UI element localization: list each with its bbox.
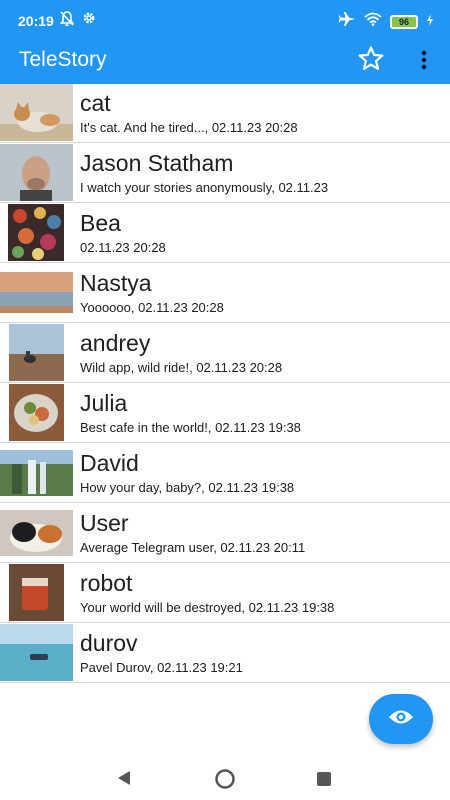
contact-name: Julia <box>80 390 128 416</box>
contact-name: andrey <box>80 330 151 356</box>
contact-thumbnail <box>0 84 73 141</box>
wifi-icon <box>364 12 382 31</box>
home-icon[interactable] <box>214 768 236 795</box>
app-title: TeleStory <box>19 48 107 71</box>
contact-name: Nastya <box>80 270 152 296</box>
contact-subtitle: How your day, baby?, 02.11.23 19:38 <box>80 480 295 495</box>
contact-subtitle: Your world will be destroyed, 02.11.23 1… <box>80 600 335 615</box>
app-bar: TeleStory <box>0 44 450 84</box>
list-item[interactable]: User Average Telegram user, 02.11.23 20:… <box>0 503 450 563</box>
list-item[interactable]: cat It's cat. And he tired..., 02.11.23 … <box>0 83 450 143</box>
contact-name: Bea <box>80 210 121 236</box>
more-vert-icon[interactable] <box>414 48 434 72</box>
contact-name: durov <box>80 630 138 656</box>
contact-name: robot <box>80 570 133 596</box>
list-item[interactable]: Nastya Yoooooo, 02.11.23 20:28 <box>0 263 450 323</box>
contact-thumbnail <box>0 324 73 381</box>
list-item[interactable]: David How your day, baby?, 02.11.23 19:3… <box>0 443 450 503</box>
list-item[interactable]: Jason Statham I watch your stories anony… <box>0 143 450 203</box>
contact-subtitle: Wild app, wild ride!, 02.11.23 20:28 <box>80 360 283 375</box>
contact-subtitle: Pavel Durov, 02.11.23 19:21 <box>80 660 243 675</box>
contact-subtitle: 02.11.23 20:28 <box>80 240 166 255</box>
contact-thumbnail <box>0 504 73 561</box>
list-item[interactable]: durov Pavel Durov, 02.11.23 19:21 <box>0 623 450 683</box>
status-bar: 20:19 96 <box>0 0 450 44</box>
recents-icon[interactable] <box>316 771 332 792</box>
list-item[interactable]: Julia Best cafe in the world!, 02.11.23 … <box>0 383 450 443</box>
airplane-icon <box>338 11 356 32</box>
charging-icon <box>426 13 434 31</box>
contact-thumbnail <box>0 264 73 321</box>
contact-thumbnail <box>0 144 73 201</box>
list-item[interactable]: andrey Wild app, wild ride!, 02.11.23 20… <box>0 323 450 383</box>
eye-icon <box>388 708 414 731</box>
settings-icon <box>82 11 96 32</box>
contact-thumbnail <box>0 564 73 621</box>
contact-subtitle: I watch your stories anonymously, 02.11.… <box>80 180 329 195</box>
navigation-bar <box>0 756 450 800</box>
contact-subtitle: Best cafe in the world!, 02.11.23 19:38 <box>80 420 301 435</box>
contact-thumbnail <box>0 444 73 501</box>
contact-name: David <box>80 450 139 476</box>
list-item[interactable]: Bea 02.11.23 20:28 <box>0 203 450 263</box>
back-icon[interactable] <box>116 770 132 791</box>
notifications-off-icon <box>59 11 75 32</box>
list-item[interactable]: robot Your world will be destroyed, 02.1… <box>0 563 450 623</box>
contact-name: User <box>80 510 129 536</box>
contact-name: Jason Statham <box>80 150 234 176</box>
view-stories-button[interactable] <box>369 694 433 744</box>
contact-subtitle: Yoooooo, 02.11.23 20:28 <box>80 300 224 315</box>
status-time: 20:19 <box>18 13 54 29</box>
contact-thumbnail <box>0 624 73 681</box>
battery-icon: 96 <box>390 14 418 29</box>
contact-thumbnail <box>0 204 73 261</box>
contact-list: cat It's cat. And he tired..., 02.11.23 … <box>0 83 450 683</box>
contact-subtitle: It's cat. And he tired..., 02.11.23 20:2… <box>80 120 298 135</box>
contact-subtitle: Average Telegram user, 02.11.23 20:11 <box>80 540 306 555</box>
star-icon[interactable] <box>356 44 386 74</box>
contact-thumbnail <box>0 384 73 441</box>
contact-name: cat <box>80 90 111 116</box>
